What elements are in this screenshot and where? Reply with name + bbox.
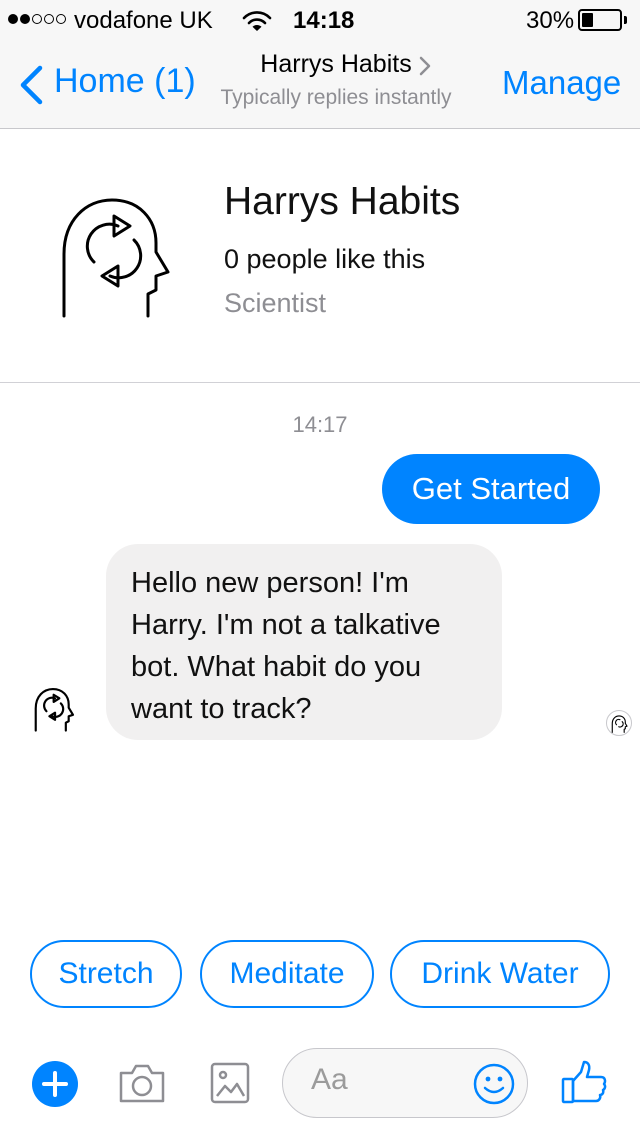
status-time: 14:18 (293, 7, 355, 34)
received-message-bubble[interactable]: Hello new person! I'm Harry. I'm not a t… (106, 544, 502, 740)
battery-tip (624, 16, 627, 24)
message-composer[interactable] (282, 1048, 528, 1118)
battery-level-fill (582, 13, 593, 27)
emoji-icon[interactable] (473, 1063, 515, 1105)
page-category: Scientist (224, 288, 327, 318)
page-likes: 0 people like this (224, 244, 426, 274)
message-line: Hello new person! I'm (131, 567, 409, 599)
sent-message-bubble[interactable]: Get Started (382, 454, 600, 524)
battery-icon (578, 9, 622, 31)
divider (0, 382, 640, 383)
signal-dot (32, 14, 42, 24)
message-line: want to track? (131, 693, 312, 725)
response-time-subtitle: Typically replies instantly (220, 86, 452, 109)
read-receipt-avatar (606, 710, 632, 736)
manage-button[interactable]: Manage (502, 64, 621, 102)
harrys-habits-logo-icon[interactable] (56, 186, 174, 320)
chevron-right-icon[interactable] (418, 56, 432, 76)
signal-dot (44, 14, 54, 24)
quick-reply-meditate[interactable]: Meditate (200, 940, 374, 1008)
signal-dot (8, 14, 18, 24)
wifi-icon (242, 11, 272, 31)
seen-avatar-icon (611, 715, 628, 733)
signal-strength-icon (8, 14, 66, 24)
back-button-label[interactable]: Home (1) (54, 62, 196, 101)
signal-dot (20, 14, 30, 24)
message-input[interactable] (311, 1063, 461, 1097)
chevron-left-icon (20, 65, 43, 105)
signal-dot (56, 14, 66, 24)
gallery-icon[interactable] (210, 1062, 250, 1104)
battery-percent: 30% (526, 7, 575, 34)
message-timestamp: 14:17 (292, 412, 348, 437)
message-line: Harry. I'm not a talkative (131, 609, 441, 641)
more-options-button[interactable] (32, 1061, 78, 1107)
quick-reply-stretch[interactable]: Stretch (30, 940, 182, 1008)
plus-icon (42, 1071, 68, 1097)
carrier-name: vodafone UK (74, 7, 213, 34)
thumbs-up-icon[interactable] (560, 1058, 608, 1106)
page-name[interactable]: Harrys Habits (224, 180, 460, 224)
bot-avatar-icon[interactable] (30, 684, 78, 732)
camera-icon[interactable] (118, 1062, 166, 1104)
message-line: bot. What habit do you (131, 651, 422, 683)
quick-reply-drink-water[interactable]: Drink Water (390, 940, 610, 1008)
